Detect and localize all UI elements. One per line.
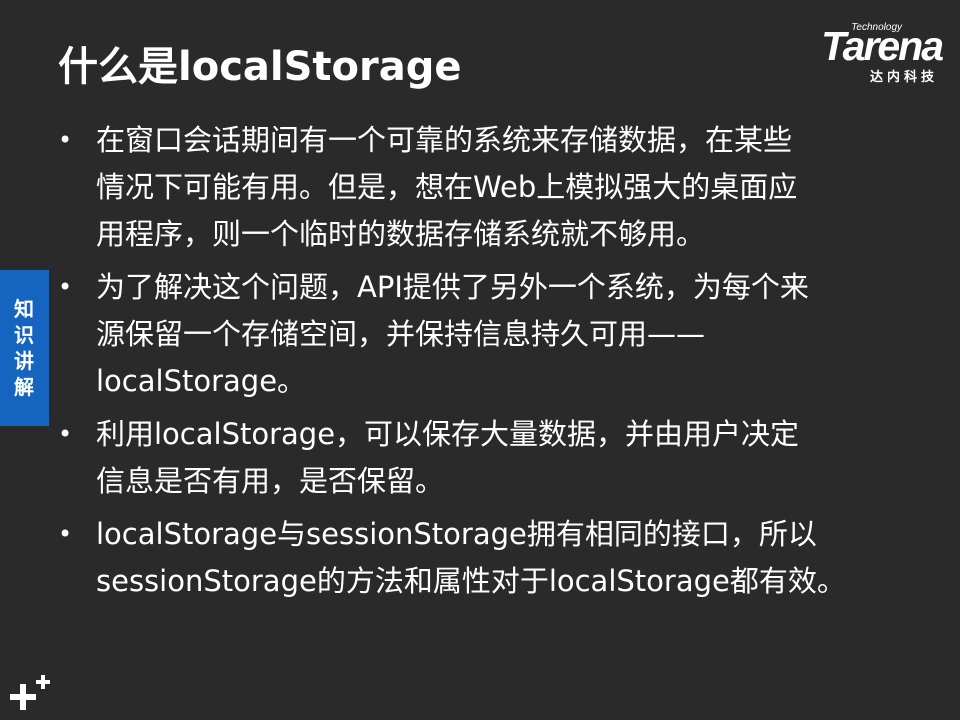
tarena-logo: Technology Tarena 达内科技 [774,22,944,85]
bullet-item: • 利用localStorage，可以保存大量数据，并由用户决定 信息是否有用，… [56,411,906,505]
bullet-dot-icon: • [58,520,73,548]
logo-chinese: 达内科技 [869,70,938,85]
knowledge-tab-label: 知识讲解 [14,297,34,399]
bullet-item: • localStorage与sessionStorage拥有相同的接口，所以 … [56,511,906,605]
bullet-line: 为了解决这个问题，API提供了另外一个系统，为每个来 [96,270,809,304]
bullet-dot-icon: • [58,126,73,154]
bullet-dot-icon: • [58,420,73,448]
knowledge-tab: 知识讲解 [0,270,49,426]
bullet-line: localStorage。 [96,364,307,398]
bullet-line: localStorage与sessionStorage拥有相同的接口，所以 [96,517,817,551]
bullet-line: 情况下可能有用。但是，想在Web上模拟强大的桌面应 [96,170,798,204]
bullet-line: sessionStorage的方法和属性对于localStorage都有效。 [96,564,846,598]
bullet-line: 在窗口会话期间有一个可靠的系统来存储数据，在某些 [96,123,793,157]
bullet-item: • 在窗口会话期间有一个可靠的系统来存储数据，在某些 情况下可能有用。但是，想在… [56,117,906,258]
bullet-line: 利用localStorage，可以保存大量数据，并由用户决定 [96,417,800,451]
bullet-line: 源保留一个存储空间，并保持信息持久可用—— [96,317,706,351]
plus-logo-icon [10,675,50,710]
logo-brand: Tarena [821,23,944,69]
bullet-line: 信息是否有用，是否保留。 [96,464,445,498]
bullet-line: 用程序，则一个临时的数据存储系统就不够用。 [96,217,706,251]
slide: 什么是localStorage Technology Tarena 达内科技 知… [0,0,960,720]
slide-title: 什么是localStorage [58,44,462,90]
bullet-list: • 在窗口会话期间有一个可靠的系统来存储数据，在某些 情况下可能有用。但是，想在… [56,117,906,611]
bullet-item: • 为了解决这个问题，API提供了另外一个系统，为每个来 源保留一个存储空间，并… [56,264,906,405]
bullet-dot-icon: • [58,273,73,301]
